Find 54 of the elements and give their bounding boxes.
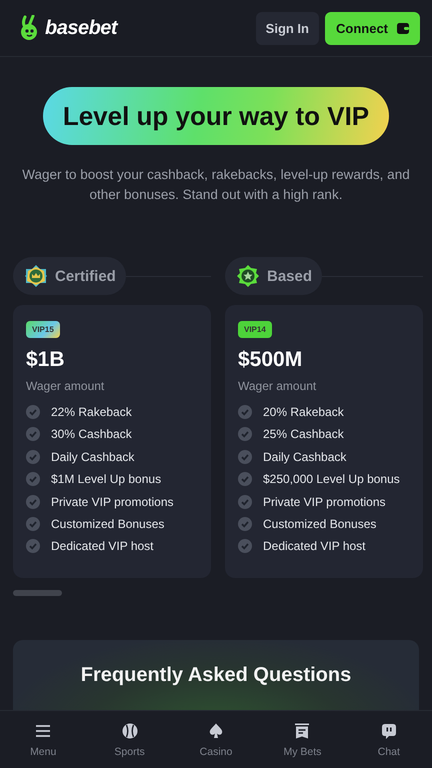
ball-icon bbox=[120, 722, 139, 740]
check-icon bbox=[238, 516, 252, 531]
nav-item[interactable]: My Bets bbox=[259, 711, 346, 768]
wager-amount: $500M bbox=[238, 348, 304, 372]
check-icon bbox=[238, 494, 252, 509]
vip-badge: VIP14 bbox=[238, 321, 272, 338]
nav-item[interactable]: Chat bbox=[346, 711, 432, 768]
check-icon bbox=[26, 405, 40, 419]
perk-text: Private VIP promotions bbox=[263, 494, 386, 509]
perk-text: Customized Bonuses bbox=[51, 516, 164, 531]
check-icon bbox=[26, 516, 40, 531]
check-icon bbox=[26, 539, 40, 554]
perk-text: 22% Rakeback bbox=[51, 405, 132, 419]
check-icon bbox=[26, 427, 40, 442]
perk-text: $1M Level Up bonus bbox=[51, 472, 162, 486]
perk-text: Private VIP promotions bbox=[51, 494, 174, 509]
perk-text: 20% Rakeback bbox=[263, 405, 344, 419]
logo-text: basebet bbox=[45, 16, 118, 40]
perk-text: Daily Cashback bbox=[263, 450, 346, 464]
hero-description: Wager to boost your cashback, rakebacks, level-up rewards, and other bonuses. Stand out with a high rank. bbox=[21, 166, 411, 204]
star-emblem-icon bbox=[237, 265, 259, 287]
check-icon bbox=[26, 494, 40, 509]
faq-title: Frequently Asked Questions bbox=[80, 664, 352, 687]
chat-icon bbox=[380, 722, 398, 740]
nav-item[interactable]: Menu bbox=[0, 711, 86, 768]
perk-text: 25% Cashback bbox=[263, 427, 344, 442]
check-icon bbox=[238, 427, 252, 442]
tier-name: Certified bbox=[55, 268, 116, 284]
check-icon bbox=[238, 472, 252, 486]
check-icon bbox=[238, 450, 252, 464]
receipt-icon bbox=[293, 722, 312, 740]
wager-amount: $1B bbox=[26, 348, 66, 372]
check-icon bbox=[26, 472, 40, 486]
perk-text: 30% Cashback bbox=[51, 427, 132, 442]
perk-text: Dedicated VIP host bbox=[263, 539, 366, 554]
tier-name: Based bbox=[267, 268, 312, 284]
perk-text: Customized Bonuses bbox=[263, 516, 376, 531]
nav-item[interactable]: Casino bbox=[172, 711, 260, 768]
crown-emblem-icon bbox=[25, 265, 47, 287]
check-icon bbox=[238, 405, 252, 419]
perk-text: $250,000 Level Up bonus bbox=[263, 472, 400, 486]
check-icon bbox=[238, 539, 252, 554]
check-icon bbox=[26, 450, 40, 464]
perk-text: Daily Cashback bbox=[51, 450, 134, 464]
wager-label: Wager amount bbox=[26, 379, 106, 393]
perk-text: Dedicated VIP host bbox=[51, 539, 154, 554]
wallet-icon bbox=[397, 22, 409, 34]
scroll-indicator bbox=[13, 590, 62, 596]
connect-button[interactable]: Connect bbox=[325, 12, 420, 44]
vip-badge: VIP15 bbox=[26, 321, 60, 338]
nav-item[interactable]: Sports bbox=[86, 711, 173, 768]
wager-label: Wager amount bbox=[238, 379, 318, 393]
hero-banner: Level up your way to VIP bbox=[42, 87, 390, 145]
sign-in-button[interactable]: Sign In bbox=[256, 12, 319, 44]
